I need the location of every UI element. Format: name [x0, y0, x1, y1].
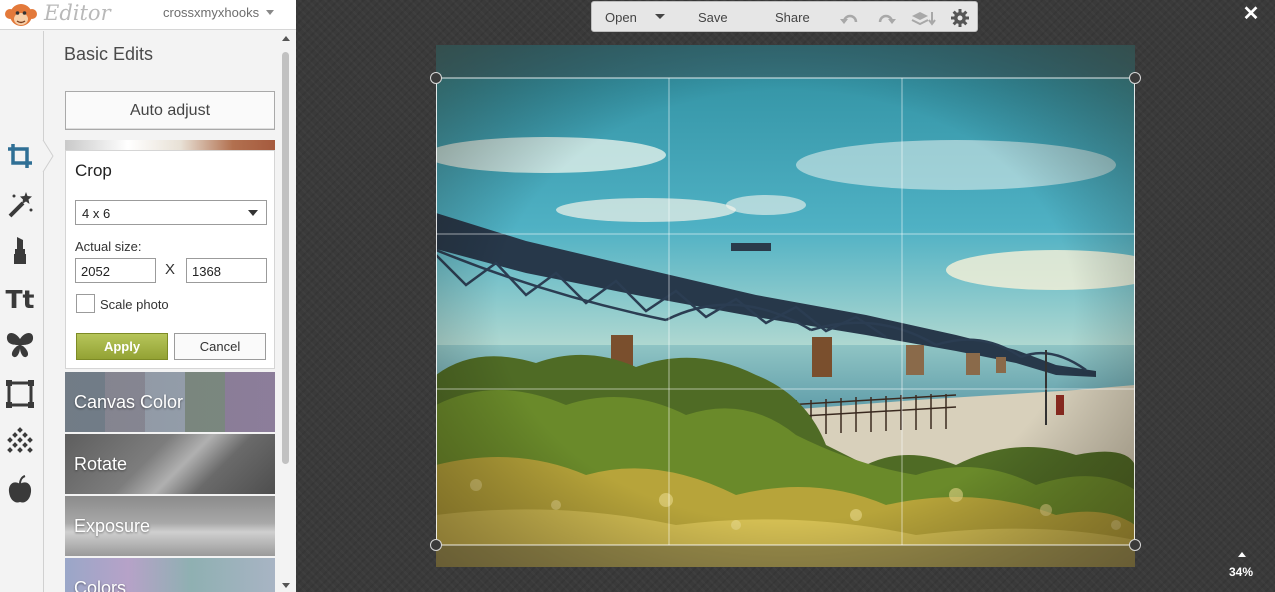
- panel-title: Basic Edits: [64, 44, 154, 64]
- cancel-button[interactable]: Cancel: [174, 333, 266, 360]
- canvas-color-tile[interactable]: Canvas Color: [65, 372, 275, 432]
- zoom-level[interactable]: 34%: [1229, 565, 1253, 579]
- scale-photo-label[interactable]: Scale photo: [100, 297, 169, 312]
- username-menu[interactable]: crossxmyxhooks: [163, 5, 259, 20]
- height-field[interactable]: 1368: [186, 258, 267, 283]
- crop-handle-bottom-right[interactable]: [1129, 539, 1141, 551]
- exposure-tile[interactable]: Exposure: [65, 496, 275, 556]
- top-toolbar: Open Save Share: [591, 1, 978, 32]
- app-title: Editor: [44, 1, 111, 25]
- crop-ratio-value: 4 x 6: [82, 206, 111, 221]
- left-panel: Editor crossxmyxhooks Tt Basic Edits Aut…: [0, 0, 296, 592]
- layers-icon[interactable]: [910, 8, 936, 28]
- crop-ratio-select[interactable]: 4 x 6: [75, 200, 267, 225]
- tile-label: Rotate: [74, 454, 128, 474]
- scroll-down-arrow-icon[interactable]: [282, 583, 290, 588]
- monkey-logo-icon[interactable]: [4, 1, 38, 34]
- open-button[interactable]: Open: [605, 10, 637, 25]
- text-icon[interactable]: Tt: [4, 283, 36, 315]
- colors-tile[interactable]: Colors: [65, 558, 275, 592]
- frame-icon[interactable]: [4, 378, 36, 410]
- close-icon[interactable]: ✕: [1240, 2, 1262, 25]
- apply-button[interactable]: Apply: [76, 333, 168, 360]
- save-button[interactable]: Save: [698, 10, 728, 25]
- top-bar: Editor crossxmyxhooks: [0, 0, 296, 30]
- chevron-down-icon[interactable]: [655, 14, 665, 19]
- chevron-down-icon[interactable]: [266, 10, 274, 15]
- width-field[interactable]: 2052: [75, 258, 156, 283]
- tile-label: Exposure: [74, 516, 151, 536]
- photo-canvas[interactable]: [436, 45, 1135, 567]
- butterfly-icon[interactable]: [4, 329, 36, 361]
- size-separator: X: [165, 261, 176, 278]
- lipstick-icon[interactable]: [4, 234, 36, 266]
- texture-icon[interactable]: [4, 426, 36, 458]
- undo-icon[interactable]: [840, 8, 860, 28]
- tool-rail: Tt: [0, 31, 44, 592]
- scale-photo-checkbox[interactable]: [76, 294, 95, 313]
- scroll-up-arrow-icon[interactable]: [282, 36, 290, 41]
- tile-label: Canvas Color: [74, 392, 184, 412]
- scrollbar-thumb[interactable]: [282, 52, 289, 464]
- crop-tool-icon[interactable]: [4, 140, 36, 172]
- tile-label: Colors: [74, 578, 127, 592]
- rotate-tile[interactable]: Rotate: [65, 434, 275, 494]
- crop-title: Crop: [75, 161, 112, 180]
- magic-wand-icon[interactable]: [4, 188, 36, 220]
- active-tool-indicator: [42, 139, 54, 173]
- crop-panel: Crop 4 x 6 Actual size: 2052 X 1368 Scal…: [65, 150, 275, 369]
- share-button[interactable]: Share: [775, 10, 810, 25]
- crop-handle-top-right[interactable]: [1129, 72, 1141, 84]
- settings-gear-icon[interactable]: [950, 8, 970, 28]
- crop-handle-top-left[interactable]: [430, 72, 442, 84]
- apple-icon[interactable]: [4, 474, 36, 506]
- actual-size-label: Actual size:: [75, 239, 142, 254]
- zoom-up-arrow-icon[interactable]: [1238, 552, 1246, 557]
- auto-adjust-button[interactable]: Auto adjust: [65, 91, 275, 130]
- crop-handle-bottom-left[interactable]: [430, 539, 442, 551]
- chevron-down-icon: [248, 210, 258, 216]
- redo-icon[interactable]: [876, 8, 896, 28]
